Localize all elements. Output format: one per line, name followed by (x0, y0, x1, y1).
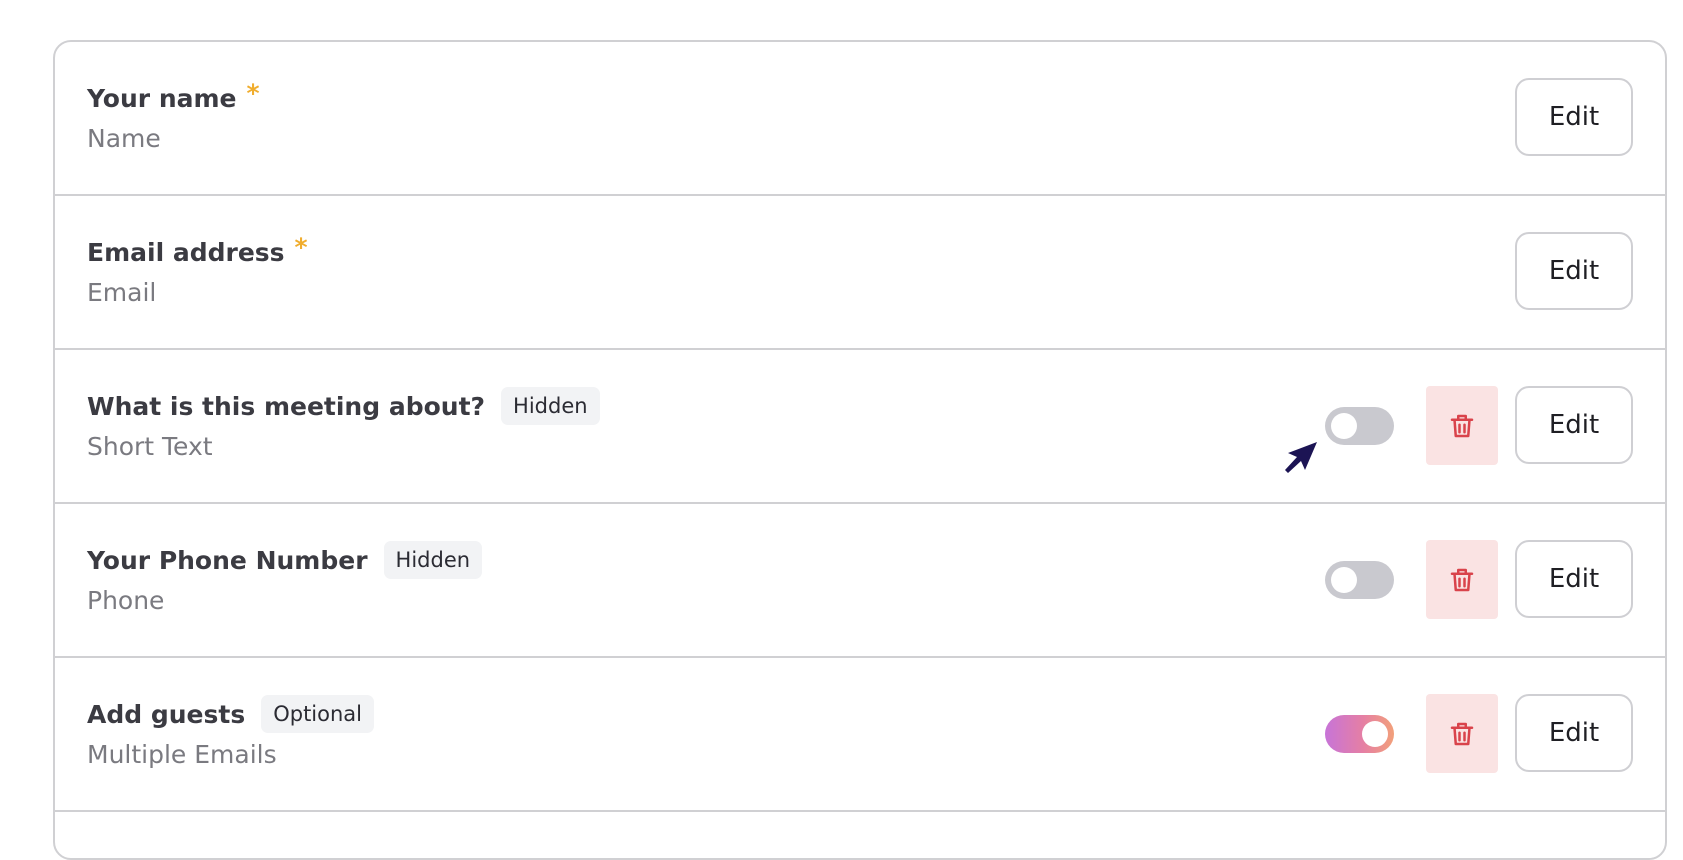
mouse-pointer-icon (1285, 442, 1317, 473)
edit-button[interactable]: Edit (1515, 540, 1633, 618)
field-type: Multiple Emails (87, 740, 277, 769)
toggle-knob (1331, 567, 1357, 593)
field-row-meeting-about: What is this meeting about? Hidden Short… (55, 350, 1665, 504)
edit-button[interactable]: Edit (1515, 78, 1633, 156)
field-info: Email address * Email (87, 230, 308, 308)
status-badge: Optional (261, 695, 374, 733)
toggle-knob (1362, 721, 1388, 747)
field-title-line: Email address * (87, 230, 308, 274)
edit-button[interactable]: Edit (1515, 386, 1633, 464)
field-row-phone-number: Your Phone Number Hidden Phone Edit (55, 504, 1665, 658)
edit-button[interactable]: Edit (1515, 232, 1633, 310)
toggle-knob (1331, 413, 1357, 439)
field-type: Name (87, 124, 161, 153)
delete-button[interactable] (1426, 386, 1498, 465)
booking-questions-card: Your name * Name Edit Email address * Em… (53, 40, 1667, 860)
field-title: Email address (87, 237, 285, 267)
field-info: Your name * Name (87, 76, 260, 154)
field-title-line: Add guests Optional (87, 692, 374, 736)
field-title-line: Your Phone Number Hidden (87, 538, 483, 582)
visibility-toggle[interactable] (1325, 715, 1394, 753)
edit-button[interactable]: Edit (1515, 694, 1633, 772)
field-info: Add guests Optional Multiple Emails (87, 692, 374, 769)
delete-button[interactable] (1426, 540, 1498, 619)
required-asterisk: * (246, 78, 260, 108)
trash-icon (1450, 722, 1474, 745)
visibility-toggle[interactable] (1325, 407, 1394, 445)
field-info: What is this meeting about? Hidden Short… (87, 384, 600, 461)
trash-icon (1450, 414, 1474, 437)
field-title-line: Your name * (87, 76, 260, 120)
field-title: What is this meeting about? (87, 391, 486, 421)
visibility-toggle[interactable] (1325, 561, 1394, 599)
field-row-email-address: Email address * Email Edit (55, 196, 1665, 350)
field-info: Your Phone Number Hidden Phone (87, 538, 483, 615)
field-type: Email (87, 278, 157, 307)
field-title-line: What is this meeting about? Hidden (87, 384, 600, 428)
field-type: Short Text (87, 432, 213, 461)
status-badge: Hidden (501, 387, 600, 425)
status-badge: Hidden (383, 541, 483, 579)
field-row-your-name: Your name * Name Edit (55, 42, 1665, 196)
field-row-add-guests: Add guests Optional Multiple Emails Edit (55, 658, 1665, 812)
delete-button[interactable] (1426, 694, 1498, 773)
field-title: Add guests (87, 699, 246, 729)
field-title: Your Phone Number (87, 545, 368, 575)
trash-icon (1450, 568, 1474, 591)
required-asterisk: * (294, 232, 308, 262)
field-type: Phone (87, 586, 165, 615)
field-title: Your name (87, 83, 237, 113)
